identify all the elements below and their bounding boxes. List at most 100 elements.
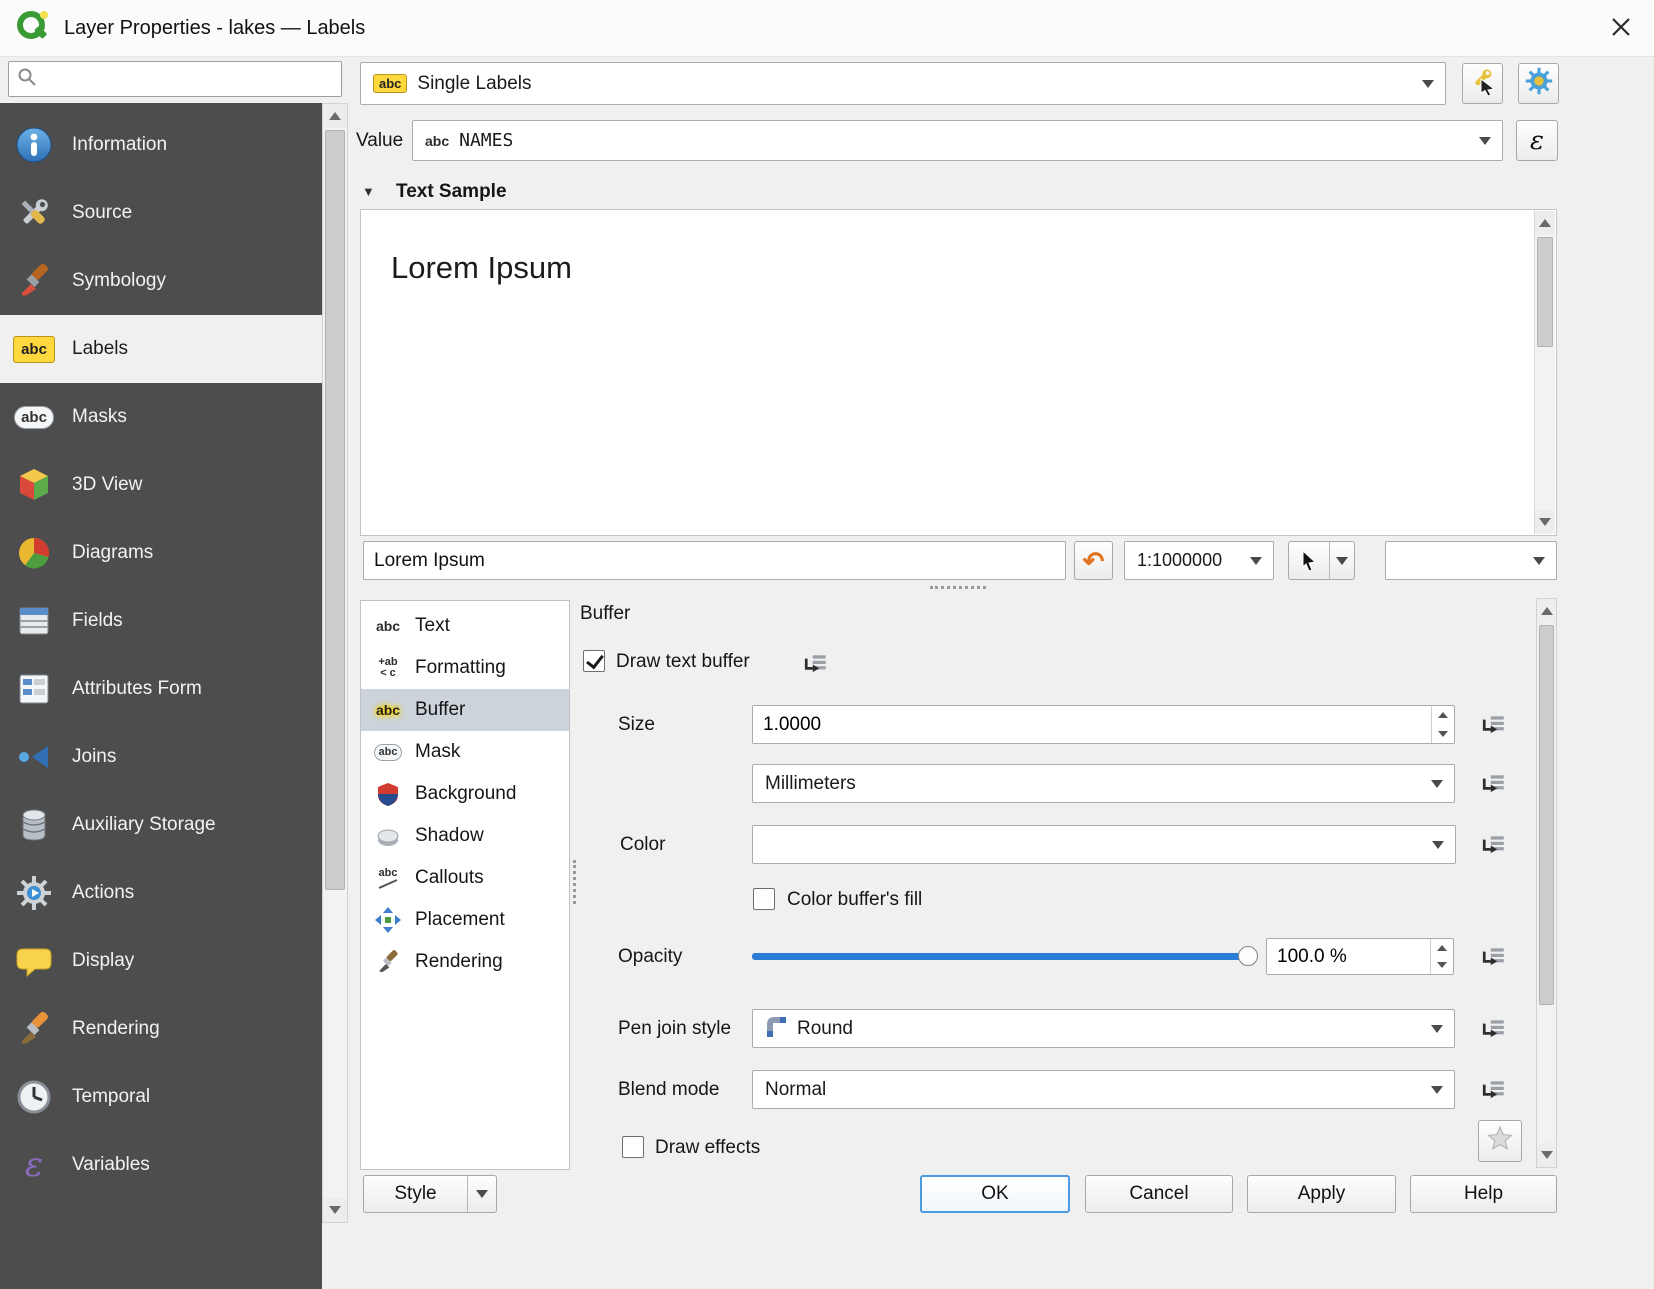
tab-formatting[interactable]: +ab < c Formatting	[361, 647, 569, 689]
sidebar-item-auxiliary-storage[interactable]: Auxiliary Storage	[0, 791, 322, 859]
apply-button[interactable]: Apply	[1247, 1175, 1396, 1213]
preview-text: Lorem Ipsum	[391, 250, 572, 285]
blend-mode-combo[interactable]: Normal	[752, 1070, 1455, 1109]
preview-scrollbar[interactable]	[1534, 211, 1555, 534]
size-spinbox[interactable]	[752, 705, 1455, 744]
chevron-down-icon[interactable]	[1330, 556, 1354, 565]
value-field-combo[interactable]: abc NAMES	[412, 120, 1503, 161]
splitter-handle-horizontal[interactable]	[930, 586, 986, 589]
draw-effects-checkbox[interactable]	[622, 1136, 644, 1158]
tab-label: Placement	[415, 909, 505, 930]
sidebar-item-diagrams[interactable]: Diagrams	[0, 519, 322, 587]
scroll-down-arrow[interactable]	[1537, 1143, 1556, 1167]
tab-text[interactable]: abc Text	[361, 605, 569, 647]
buffer-panel-scrollbar[interactable]	[1536, 598, 1557, 1168]
sidebar-item-source[interactable]: Source	[0, 179, 322, 247]
data-defined-override-button[interactable]	[1474, 764, 1514, 804]
pie-chart-icon	[12, 531, 56, 575]
sidebar-item-actions[interactable]: Actions	[0, 859, 322, 927]
cancel-button[interactable]: Cancel	[1085, 1175, 1233, 1213]
expression-builder-button[interactable]: ε	[1516, 120, 1558, 161]
sidebar-item-display[interactable]: Display	[0, 927, 322, 995]
pen-join-icon	[765, 1015, 787, 1043]
style-menu-button[interactable]: Style	[363, 1175, 497, 1213]
sidebar-item-information[interactable]: Information	[0, 111, 322, 179]
sidebar-item-labels[interactable]: abc Labels	[0, 315, 322, 383]
sidebar-item-fields[interactable]: Fields	[0, 587, 322, 655]
scroll-down-arrow[interactable]	[323, 1198, 347, 1222]
sidebar-item-3d-view[interactable]: 3D View	[0, 451, 322, 519]
data-defined-override-button[interactable]	[1474, 1009, 1514, 1049]
symbology-icon	[12, 259, 56, 303]
scroll-up-arrow[interactable]	[1537, 599, 1556, 623]
tab-callouts[interactable]: abc Callouts	[361, 857, 569, 899]
splitter-handle-vertical[interactable]	[573, 860, 576, 904]
color-buffers-fill-checkbox[interactable]	[753, 888, 775, 910]
sample-text-input[interactable]	[363, 541, 1066, 580]
data-defined-override-button[interactable]	[1474, 705, 1514, 745]
sidebar-item-attributes-form[interactable]: Attributes Form	[0, 655, 322, 723]
tab-label: Formatting	[415, 657, 506, 678]
automated-placement-button[interactable]	[1462, 63, 1503, 104]
opacity-spinbox[interactable]	[1266, 938, 1454, 975]
scrollbar-thumb[interactable]	[1539, 625, 1554, 1005]
search-input[interactable]	[43, 68, 333, 90]
tab-shadow[interactable]: Shadow	[361, 815, 569, 857]
label-type-combo[interactable]: abc Single Labels	[360, 62, 1446, 105]
preview-background-combo[interactable]	[1385, 541, 1557, 580]
tab-background[interactable]: Background	[361, 773, 569, 815]
shield-icon	[371, 778, 405, 810]
help-button[interactable]: Help	[1410, 1175, 1557, 1213]
tab-rendering[interactable]: Rendering	[361, 941, 569, 983]
slider-handle[interactable]	[1238, 946, 1258, 966]
map-tool-split-button[interactable]	[1288, 541, 1355, 580]
collapse-triangle-icon[interactable]: ▼	[362, 184, 375, 199]
sidebar-item-label: Temporal	[72, 1086, 151, 1107]
draw-text-buffer-checkbox[interactable]	[583, 650, 605, 672]
preview-scale-combo[interactable]: 1:1000000	[1124, 541, 1274, 580]
sidebar-item-label: Joins	[72, 746, 117, 767]
sidebar-item-label: Actions	[72, 882, 135, 903]
tab-mask[interactable]: abc Mask	[361, 731, 569, 773]
buffer-abc-icon: abc	[375, 702, 401, 718]
spin-down-button[interactable]	[1431, 957, 1453, 975]
ok-button[interactable]: OK	[920, 1175, 1070, 1213]
data-defined-override-button[interactable]	[1474, 1070, 1514, 1110]
effects-customize-button[interactable]	[1478, 1120, 1522, 1162]
chevron-down-icon	[1533, 556, 1545, 565]
opacity-input[interactable]	[1267, 939, 1429, 974]
scrollbar-thumb[interactable]	[325, 130, 345, 890]
epsilon-icon: ε	[24, 1145, 44, 1185]
size-input[interactable]	[753, 706, 1430, 743]
scroll-down-arrow[interactable]	[1535, 510, 1555, 534]
reset-sample-button[interactable]: ↶	[1074, 541, 1113, 580]
spin-up-button[interactable]	[1432, 706, 1454, 725]
draw-text-buffer-label: Draw text buffer	[616, 651, 750, 672]
scrollbar-thumb[interactable]	[1537, 237, 1553, 347]
sidebar-item-joins[interactable]: Joins	[0, 723, 322, 791]
buffer-color-button[interactable]	[752, 825, 1456, 864]
scroll-up-arrow[interactable]	[323, 104, 347, 128]
value-label: Value	[356, 130, 404, 151]
close-button[interactable]	[1598, 8, 1644, 48]
sidebar-item-symbology[interactable]: Symbology	[0, 247, 322, 315]
label-settings-button[interactable]	[1518, 63, 1559, 104]
pen-join-style-combo[interactable]: Round	[752, 1009, 1455, 1048]
scroll-up-arrow[interactable]	[1535, 211, 1555, 235]
chevron-down-icon	[1422, 79, 1434, 88]
close-icon	[1610, 16, 1632, 41]
sidebar-item-temporal[interactable]: Temporal	[0, 1063, 322, 1131]
sidebar-item-masks[interactable]: abc Masks	[0, 383, 322, 451]
spin-down-button[interactable]	[1432, 725, 1454, 744]
sidebar-item-rendering[interactable]: Rendering	[0, 995, 322, 1063]
data-defined-override-button[interactable]	[1474, 937, 1514, 977]
size-units-combo[interactable]: Millimeters	[752, 764, 1455, 803]
tab-buffer[interactable]: abc Buffer	[361, 689, 569, 731]
spin-up-button[interactable]	[1431, 939, 1453, 957]
opacity-slider[interactable]	[752, 946, 1258, 966]
data-defined-override-button[interactable]	[1474, 825, 1514, 865]
tab-placement[interactable]: Placement	[361, 899, 569, 941]
sidebar-item-variables[interactable]: ε Variables	[0, 1131, 322, 1199]
sidebar-scrollbar[interactable]	[322, 103, 348, 1223]
data-defined-override-button[interactable]	[796, 644, 836, 684]
